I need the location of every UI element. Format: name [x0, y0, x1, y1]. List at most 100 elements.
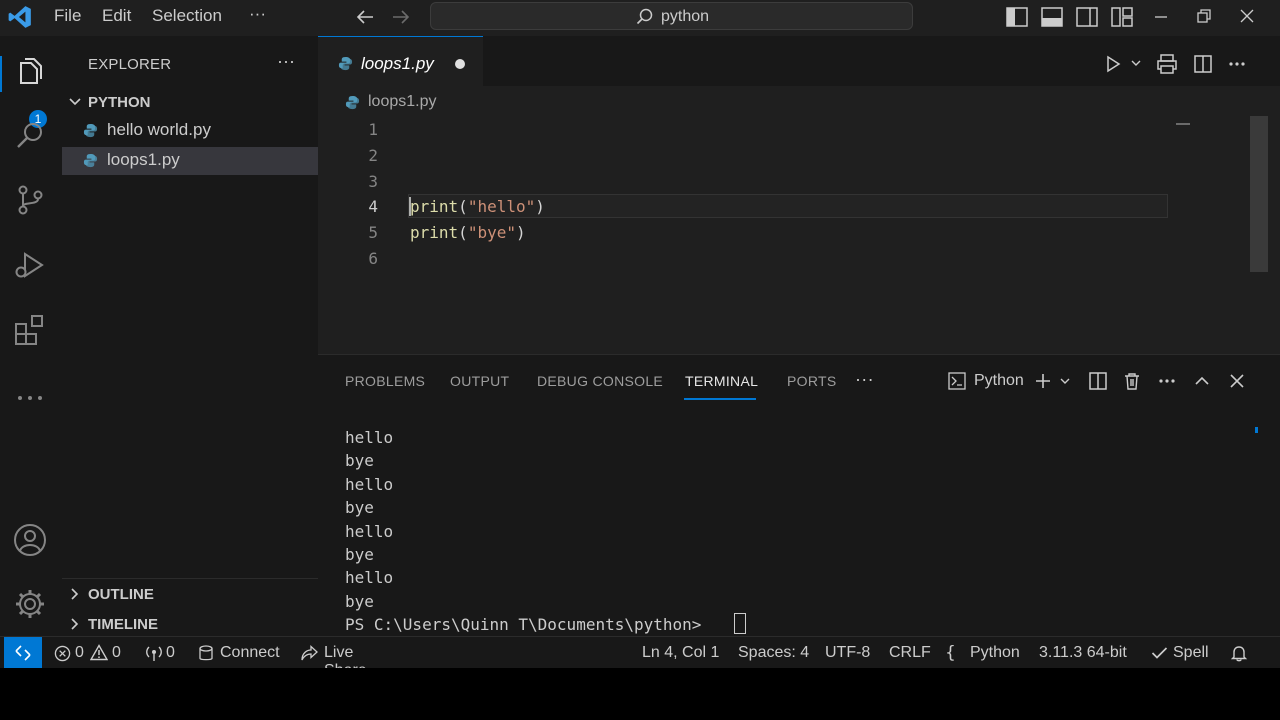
tab-label: loops1.py [361, 54, 434, 73]
editor-scrollbar[interactable] [1250, 116, 1268, 272]
vscode-logo-icon [8, 6, 31, 28]
source-control-icon[interactable] [12, 182, 48, 218]
outline-section-header[interactable]: OUTLINE [62, 582, 318, 606]
remote-button[interactable] [4, 637, 42, 668]
command-center-text: python [661, 8, 710, 25]
connect-status[interactable]: Connect [198, 637, 284, 668]
indentation[interactable]: Spaces: 4 [738, 644, 809, 662]
unsaved-dot-icon[interactable] [455, 59, 465, 69]
customize-layout-icon[interactable] [1111, 7, 1133, 27]
terminal-line: bye [345, 498, 374, 517]
chevron-down-icon [69, 98, 81, 106]
explorer-sidebar: EXPLORER ··· PYTHON hello world.py loops… [62, 36, 318, 636]
code-editor[interactable]: loops1.py 1 2 3 4 5 6 print("hello") pri… [318, 86, 1280, 408]
file-item-loops1[interactable]: loops1.py [62, 147, 318, 175]
cursor-position[interactable]: Ln 4, Col 1 [642, 644, 719, 662]
live-share-label: Live Share [324, 644, 367, 668]
more-views-icon[interactable] [12, 380, 48, 416]
debug-print-icon[interactable] [1156, 53, 1178, 75]
line-number: 5 [368, 223, 378, 242]
menu-edit[interactable]: Edit [102, 6, 131, 26]
line-number: 1 [368, 120, 378, 139]
error-count: 0 [75, 644, 84, 661]
problems-status[interactable]: 0 0 [54, 637, 126, 668]
split-editor-icon[interactable] [1193, 54, 1213, 74]
spell-label: Spell [1173, 644, 1209, 661]
remote-icon [15, 645, 31, 661]
line-number: 4 [368, 197, 378, 216]
toggle-panel-icon[interactable] [1041, 7, 1063, 27]
language-mode[interactable]: { Python [945, 637, 1025, 668]
restore-icon[interactable] [1196, 8, 1212, 24]
ports-count: 0 [166, 644, 175, 661]
minimap[interactable] [1176, 123, 1190, 125]
end-of-line[interactable]: CRLF [889, 644, 931, 662]
run-file-icon[interactable] [1104, 55, 1122, 73]
search-view-icon[interactable] [12, 118, 48, 154]
database-icon [199, 645, 213, 661]
python-file-icon [345, 95, 360, 110]
text-caret [409, 197, 411, 216]
bottom-panel: PROBLEMS OUTPUT DEBUG CONSOLE TERMINAL P… [318, 354, 1280, 637]
tab-loops1[interactable]: loops1.py [318, 36, 483, 91]
encoding[interactable]: UTF-8 [825, 644, 870, 662]
toggle-secondary-sidebar-icon[interactable] [1076, 7, 1098, 27]
terminal-output[interactable]: hello bye hello bye hello bye hello bye … [318, 355, 1280, 637]
activity-bar: 1 [0, 36, 62, 636]
run-dropdown-chevron-icon[interactable] [1130, 58, 1142, 68]
breadcrumb[interactable]: loops1.py [368, 93, 437, 111]
terminal-cursor [734, 613, 746, 634]
file-name: hello world.py [107, 120, 211, 139]
python-interpreter[interactable]: 3.11.3 64-bit [1039, 644, 1127, 662]
active-indicator [0, 56, 2, 92]
python-file-icon [83, 123, 98, 138]
code-paren: ( [458, 223, 468, 242]
explorer-icon[interactable] [12, 55, 48, 91]
language-label: Python [970, 644, 1020, 661]
code-paren: ( [458, 197, 468, 216]
ports-status[interactable]: 0 [145, 637, 181, 668]
terminal-prompt: PS C:\Users\Quinn T\Documents\python> [345, 615, 712, 634]
terminal-line: bye [345, 592, 374, 611]
settings-gear-icon[interactable] [12, 586, 48, 622]
menu-selection[interactable]: Selection [152, 6, 222, 26]
code-string: "hello" [467, 197, 536, 216]
editor-more-actions-icon[interactable] [1227, 56, 1247, 72]
back-arrow-icon[interactable] [355, 8, 375, 26]
file-item-hello-world[interactable]: hello world.py [62, 117, 318, 145]
extensions-icon[interactable] [12, 312, 48, 348]
minimize-icon[interactable] [1153, 10, 1169, 24]
command-center[interactable]: python [430, 2, 913, 30]
forward-arrow-icon[interactable] [391, 8, 411, 26]
menu-more[interactable]: ··· [249, 4, 266, 24]
search-icon [636, 8, 653, 25]
code-line-5: print("bye") [410, 223, 526, 242]
terminal-line: bye [345, 545, 374, 564]
chevron-right-icon [71, 618, 79, 630]
timeline-section-header[interactable]: TIMELINE [62, 612, 318, 636]
run-debug-icon[interactable] [12, 247, 48, 283]
outline-title: OUTLINE [88, 586, 154, 603]
code-paren: ) [515, 223, 526, 242]
menu-file[interactable]: File [54, 6, 81, 26]
toggle-primary-sidebar-icon[interactable] [1006, 7, 1028, 27]
error-icon [54, 645, 71, 662]
folder-name: PYTHON [88, 94, 151, 111]
explorer-more-button[interactable]: ··· [277, 51, 295, 72]
explorer-title: EXPLORER [88, 56, 172, 73]
close-window-icon[interactable] [1239, 8, 1255, 24]
spell-check-status[interactable]: Spell [1151, 637, 1213, 668]
file-name: loops1.py [107, 150, 180, 169]
broadcast-icon [146, 646, 162, 661]
accounts-icon[interactable] [12, 522, 48, 558]
terminal-line: hello [345, 475, 394, 494]
vscode-window: File Edit Selection ··· python 1 EXPLORE… [0, 0, 1280, 668]
live-share-icon [301, 645, 318, 661]
code-string: "bye" [467, 223, 516, 242]
line-number: 2 [368, 146, 378, 165]
chevron-right-icon [71, 588, 79, 600]
notifications-bell-icon[interactable] [1230, 644, 1248, 662]
folder-python-header[interactable]: PYTHON [62, 90, 318, 114]
live-share-status[interactable]: Live Share [300, 637, 400, 668]
warning-count: 0 [112, 644, 121, 661]
